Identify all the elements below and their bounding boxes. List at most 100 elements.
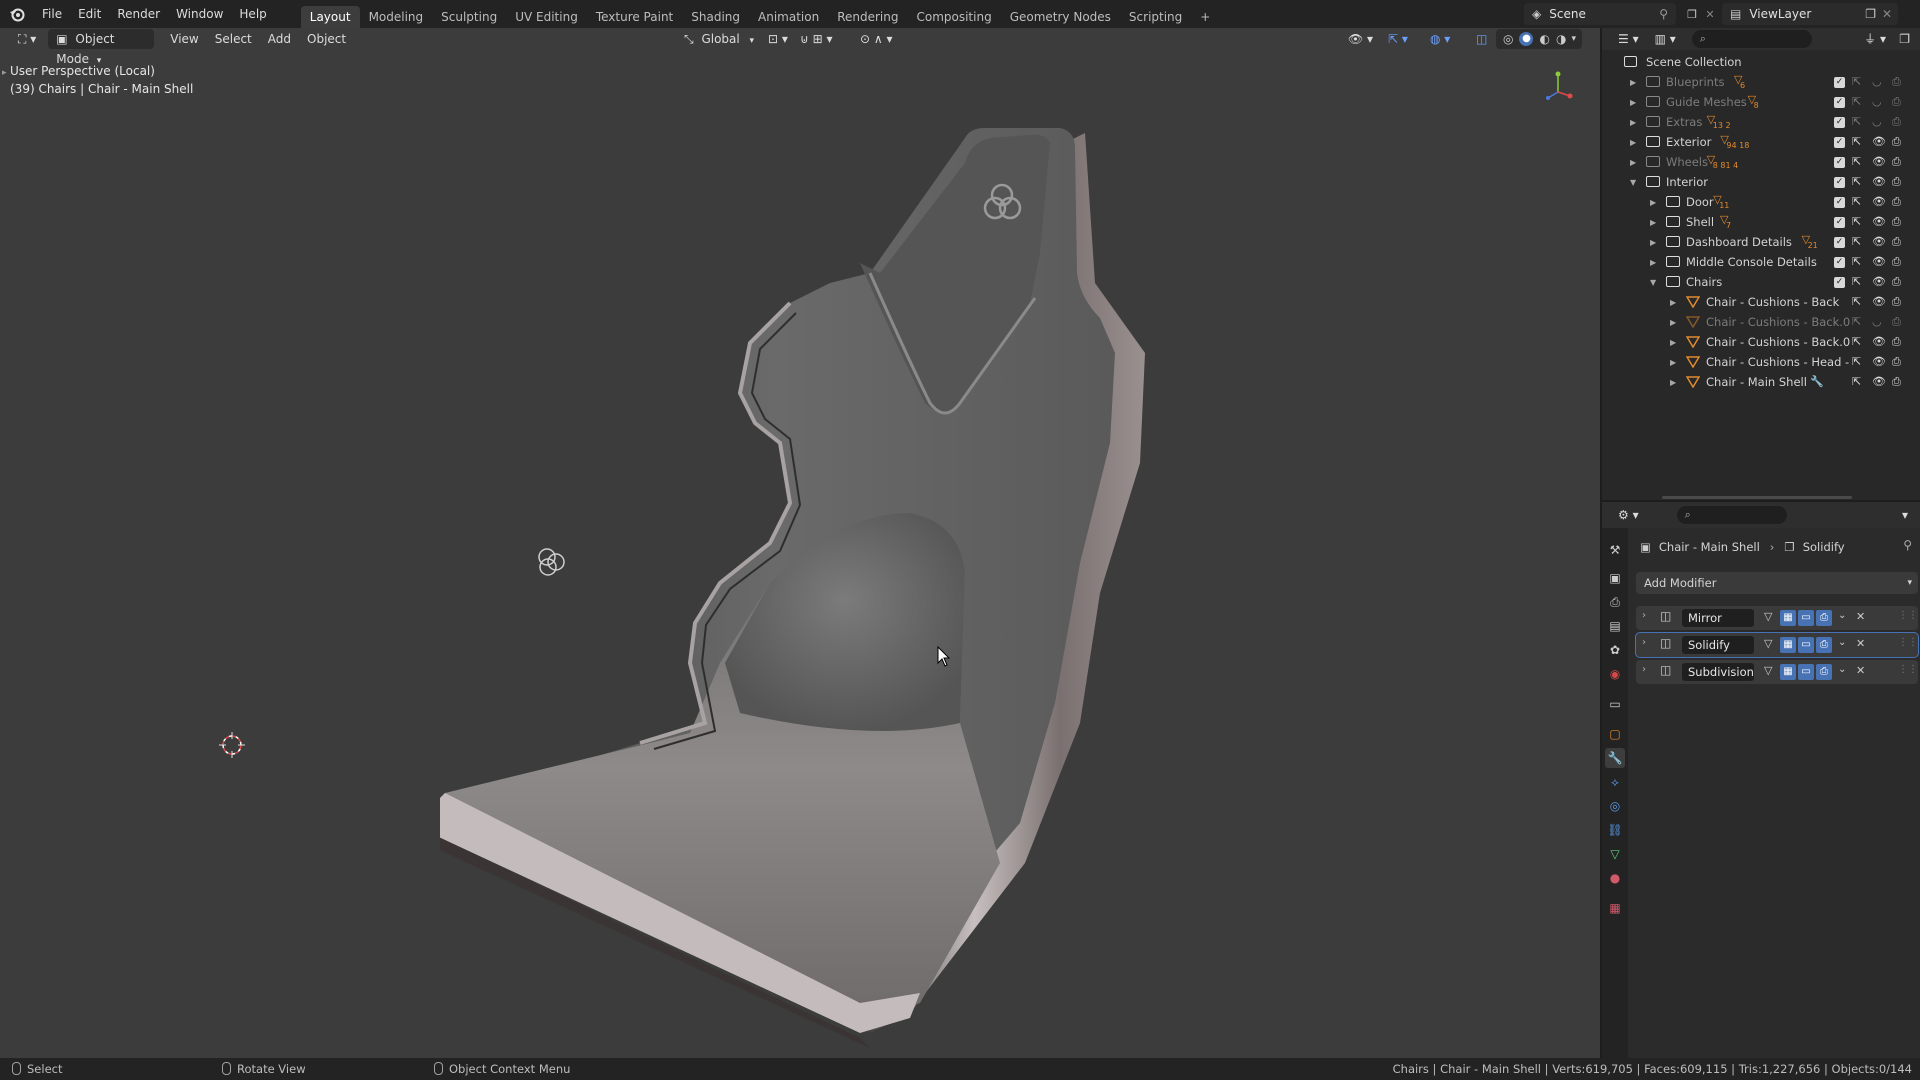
cage-icon[interactable]: ▦ [1780,637,1796,653]
selectable-icon[interactable]: ⇱ [1852,275,1861,288]
render-camera-icon[interactable]: ⎙ [1892,335,1901,349]
expand-arrow-icon[interactable]: ▶ [1670,358,1676,367]
chevron-down-icon[interactable]: ⌄ [1838,637,1846,648]
modifier-icon[interactable]: 🔧 [1810,375,1824,388]
visibility-icon[interactable]: 👁 ▾ [1340,29,1381,49]
eye-icon[interactable]: 👁 [1872,355,1886,368]
exclude-checkbox[interactable]: ✓ [1834,117,1845,128]
render-camera-icon[interactable]: ⎙ [1892,155,1901,169]
exclude-checkbox[interactable]: ✓ [1834,217,1845,228]
selectable-icon[interactable]: ⇱ [1852,155,1861,168]
material-tab[interactable]: ● [1605,868,1625,888]
expand-arrow-icon[interactable]: ▶ [1650,238,1656,247]
cage-icon[interactable]: ▦ [1780,664,1796,680]
render-camera-icon[interactable]: ⎙ [1892,95,1901,109]
expand-arrow-icon[interactable]: ▶ [1670,378,1676,387]
viewport-menu-select[interactable]: Select [207,29,260,49]
navigation-gizmo[interactable] [1540,68,1580,108]
outliner-row[interactable]: ▶ Extras 13 2 ▽ ✓ ⇱ ◡ ⎙ [1602,112,1920,132]
render-camera-icon[interactable]: ⎙ [1892,135,1901,149]
drag-handle-icon[interactable]: ⋮⋮ [1898,637,1918,648]
outliner-row[interactable]: ▼ Chairs ✓ ⇱ 👁 ⎙ [1602,272,1920,292]
modifier-solidify[interactable]: › ◫ Solidify ▽ ▦ ▭ ⎙ ⌄ ✕ ⋮⋮ [1636,633,1918,657]
overlays-icon[interactable]: ◍ ▾ [1422,29,1458,49]
expand-arrow-icon[interactable]: ▶ [1650,198,1656,207]
exclude-checkbox[interactable]: ✓ [1834,177,1845,188]
viewport-display-icon[interactable]: ▭ [1798,637,1814,653]
tab-texture-paint[interactable]: Texture Paint [587,6,682,28]
rendered-shading-icon[interactable]: ◑ [1556,32,1566,46]
close-icon[interactable]: ✕ [1856,610,1865,623]
tab-modeling[interactable]: Modeling [360,6,433,28]
outliner-row[interactable]: ▼ Interior ✓ ⇱ 👁 ⎙ [1602,172,1920,192]
exclude-checkbox[interactable]: ✓ [1834,157,1845,168]
mode-selector[interactable]: ▣ Object Mode ▾ [48,29,155,66]
expand-arrow-icon[interactable]: ▶ [1670,298,1676,307]
outliner-row[interactable]: ▶ Chair - Cushions - Back.0 ⇱ ◡ ⎙ [1602,312,1920,332]
editor-type-icon[interactable]: ⚙ ▾ [1610,505,1647,525]
particles-tab[interactable]: ⟡ [1605,772,1625,792]
menu-window[interactable]: Window [168,0,231,28]
xray-icon[interactable]: ◫ [1468,29,1495,49]
selectable-icon[interactable]: ⇱ [1852,375,1861,388]
exclude-checkbox[interactable]: ✓ [1834,277,1845,288]
pin-icon[interactable]: ⚲ [1903,538,1912,552]
texture-tab[interactable]: ▦ [1605,898,1625,918]
outliner-scrollbar[interactable] [1662,496,1852,499]
exclude-checkbox[interactable]: ✓ [1834,237,1845,248]
selectable-icon[interactable]: ⇱ [1852,175,1861,188]
outliner-row[interactable]: ▶ Middle Console Details ✓ ⇱ 👁 ⎙ [1602,252,1920,272]
viewport-display-icon[interactable]: ▭ [1798,664,1814,680]
tab-uv-editing[interactable]: UV Editing [506,6,587,28]
view-layer-selector[interactable]: ▤ ViewLayer ❐ ✕ [1722,3,1898,25]
render-icon[interactable]: ⎙ [1816,610,1832,626]
selectable-icon[interactable]: ⇱ [1852,115,1861,128]
expand-arrow-icon[interactable]: ▶ [1650,218,1656,227]
solid-shading-icon[interactable]: ● [1519,32,1534,46]
light-object-icon[interactable] [530,540,574,584]
tab-compositing[interactable]: Compositing [907,6,1000,28]
modifier-name-field[interactable]: Subdivision [1682,663,1754,681]
exclude-checkbox[interactable]: ✓ [1834,257,1845,268]
outliner-row[interactable]: ▶ Wheels 8 81 4 ▽ ✓ ⇱ 👁 ⎙ [1602,152,1920,172]
render-camera-icon[interactable]: ⎙ [1892,295,1901,309]
material-shading-icon[interactable]: ◐ [1539,32,1549,46]
eye-closed-icon[interactable]: ◡ [1872,115,1882,128]
tab-geometry-nodes[interactable]: Geometry Nodes [1001,6,1120,28]
menu-file[interactable]: File [34,0,70,28]
tab-animation[interactable]: Animation [749,6,828,28]
new-view-layer-icon[interactable]: ❐ [1865,7,1876,21]
collapse-arrow-icon[interactable]: ▼ [1630,178,1636,187]
blender-logo-icon[interactable] [0,0,34,28]
selectable-icon[interactable]: ⇱ [1852,95,1861,108]
modifier-tab[interactable]: 🔧 [1605,748,1625,768]
render-camera-icon[interactable]: ⎙ [1892,215,1901,229]
selectable-icon[interactable]: ⇱ [1852,315,1861,328]
expand-arrow-icon[interactable]: ▶ [1630,98,1636,107]
eye-icon[interactable]: 👁 [1872,255,1886,268]
outliner-row[interactable]: ▶ Blueprints 6 ▽ ✓ ⇱ ◡ ⎙ [1602,72,1920,92]
viewport-display-icon[interactable]: ▭ [1798,610,1814,626]
editor-type-icon[interactable]: ☰ ▾ [1610,29,1647,49]
outliner-row[interactable]: ▶ Guide Meshes 8 ▽ ✓ ⇱ ◡ ⎙ [1602,92,1920,112]
collapse-arrow-icon[interactable]: ▼ [1650,278,1656,287]
eye-closed-icon[interactable]: ◡ [1872,95,1882,108]
viewport-menu-add[interactable]: Add [260,29,299,49]
render-icon[interactable]: ⎙ [1816,637,1832,653]
selectable-icon[interactable]: ⇱ [1852,195,1861,208]
expand-arrow-icon[interactable]: › [1642,664,1646,675]
selectable-icon[interactable]: ⇱ [1852,255,1861,268]
render-camera-icon[interactable]: ⎙ [1892,115,1901,129]
new-scene-icon[interactable]: ❐ [1682,4,1702,24]
proportional-editing-icon[interactable]: ⊙ ∧ ▾ [852,29,901,49]
selectable-icon[interactable]: ⇱ [1852,355,1861,368]
scene-tab[interactable]: ✿ [1605,640,1625,660]
filter-icon[interactable]: ⏚ ▾ [1856,29,1894,49]
modifier-mirror[interactable]: › ◫ Mirror ▽ ▦ ▭ ⎙ ⌄ ✕ ⋮⋮ [1636,606,1918,630]
modifier-name-field[interactable]: Mirror [1682,609,1754,627]
physics-tab[interactable]: ◎ [1605,796,1625,816]
eye-closed-icon[interactable]: ◡ [1872,315,1882,328]
outliner-row[interactable]: ▶ Chair - Main Shell 🔧 ⇱ 👁 ⎙ [1602,372,1920,392]
selectable-icon[interactable]: ⇱ [1852,75,1861,88]
chevron-down-icon[interactable]: ▾ [1571,34,1576,44]
